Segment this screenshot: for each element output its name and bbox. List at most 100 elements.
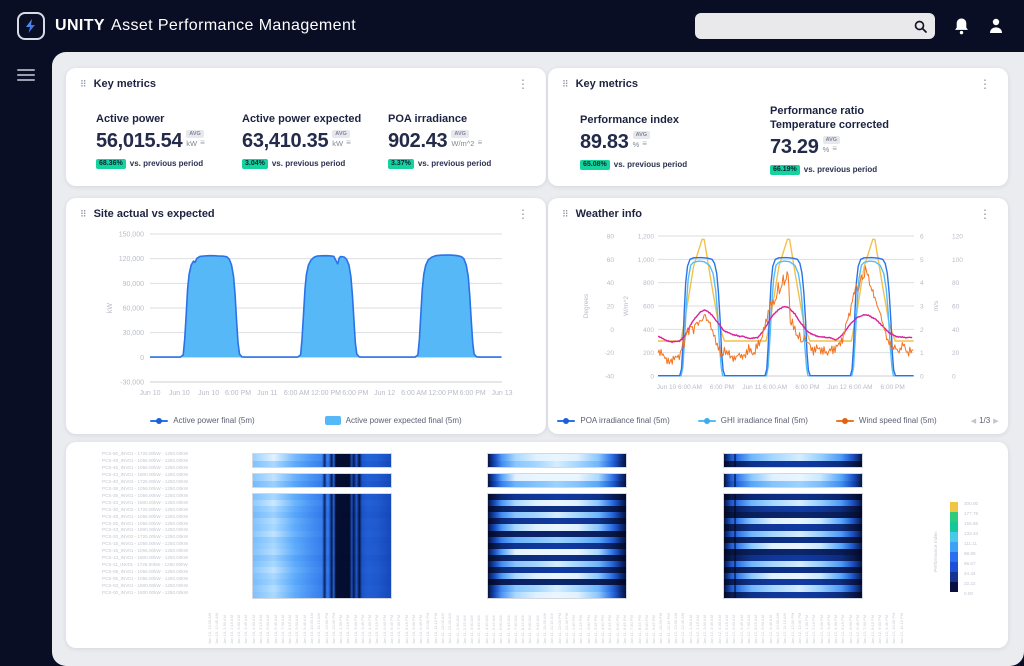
metric-unit: %	[632, 139, 640, 149]
heatmap-x-tick-label: Jun 11, 5:15 PM	[607, 615, 613, 644]
pager-next-icon[interactable]: ▶	[993, 417, 998, 425]
agg-badge: AVG	[822, 135, 841, 144]
heatmap-row-label: PCS-38_INV01 - 1056.00kW - 1250.00kW	[102, 485, 189, 491]
line-dot-swatch-icon	[150, 417, 169, 425]
kebab-menu-icon[interactable]: ⋮	[514, 207, 532, 221]
heatmap-group	[252, 473, 392, 488]
drag-handle-icon[interactable]: ⠿	[80, 79, 87, 89]
x-tick-label: 6:00 PM	[881, 384, 905, 391]
colorbar-segment	[950, 522, 958, 532]
heatmap-block-2[interactable]	[487, 453, 627, 604]
y-axis-label: kW	[107, 303, 114, 314]
heatmap-x-tick-label: Jun 11, 12:45 PM	[563, 612, 569, 644]
heatmap-x-tick-label: Jun 10, 11:15 PM	[432, 612, 438, 644]
colorbar-segment	[950, 512, 958, 522]
heatmap-row-label: PCS-45_INV01 - 1056.00kW - 1250.00kW	[102, 464, 189, 470]
legend-item-active-power[interactable]: Active power final (5m)	[150, 416, 255, 425]
heatmap-x-tick-label: Jun 12, 12:45 PM	[796, 612, 802, 644]
metric-menu-icon[interactable]: ≡	[346, 139, 351, 147]
heatmap-x-axis-labels: Jun 10, 12:00 AM Jun 10, 12:45 AM Jun 10, …	[207, 602, 907, 644]
kebab-menu-icon[interactable]: ⋮	[514, 77, 532, 91]
delta-badge: 3.04%	[242, 158, 268, 169]
heatmap-block-3[interactable]	[723, 453, 863, 604]
heatmap-row-label: PCS-11_INV01 - 1725.00kW - 1250.00kW	[102, 562, 188, 568]
pager-prev-icon[interactable]: ◀	[971, 417, 976, 425]
x-tick-label: 6:00 PM	[460, 390, 486, 397]
app-title-rest: Asset Performance Management	[111, 17, 357, 34]
y-tick-label: 40	[952, 327, 960, 334]
kebab-menu-icon[interactable]: ⋮	[976, 77, 994, 91]
y-tick-label: 100	[952, 257, 963, 264]
kebab-menu-icon[interactable]: ⋮	[976, 207, 994, 221]
drag-handle-icon[interactable]: ⠿	[80, 209, 87, 219]
heatmap-row	[253, 591, 391, 598]
hamburger-menu-icon[interactable]	[17, 66, 35, 84]
heatmap-block-1[interactable]	[252, 453, 392, 604]
heatmap-x-tick-label: Jun 12, 7:30 PM	[862, 614, 868, 644]
y-tick-label: 2	[920, 327, 924, 334]
metric-label: Active power expected	[242, 113, 362, 125]
heatmap-row-label: PCS-28_INV01 - 1056.00kW - 1250.00kW	[102, 513, 189, 519]
weather-chart: -40-20020406080Degrees02004006008001,000…	[583, 234, 963, 392]
legend-item-poa-irradiance[interactable]: POA irradiance final (5m)	[557, 416, 670, 425]
heatmap-row-label: PCS-48_INV01 - 1056.00kW - 1250.00kW	[102, 457, 189, 463]
heatmap-x-tick-label: Jun 12, 6:45 AM	[738, 615, 744, 644]
heatmap-x-tick-label: Jun 10, 7:30 AM	[279, 615, 285, 644]
heatmap-group	[723, 473, 863, 488]
drag-handle-icon[interactable]: ⠿	[562, 209, 569, 219]
legend-item-ghi-irradiance[interactable]: GHI irradiance final (5m)	[697, 416, 808, 425]
heatmap-x-tick-label: Jun 12, 9:00 AM	[760, 615, 766, 644]
heatmap-row-label: PCS-00_INV01 - 1800.00kW - 1250.00kW	[102, 590, 189, 596]
app-header: UNITY Asset Performance Management	[0, 0, 1024, 52]
y-tick-label: 60,000	[123, 306, 145, 313]
y-tick-label: 20	[952, 350, 960, 357]
search-icon[interactable]	[914, 20, 927, 33]
y-tick-label: 1,200	[638, 234, 655, 241]
metric-menu-icon[interactable]: ≡	[832, 145, 837, 153]
card-title: Site actual vs expected	[93, 208, 215, 220]
delta-badge: 68.36%	[96, 158, 126, 169]
metric-menu-icon[interactable]: ≡	[477, 139, 482, 147]
heatmap-x-tick-label: Jun 10, 2:15 PM	[345, 614, 351, 644]
app-logo[interactable]	[17, 12, 45, 40]
bell-icon[interactable]	[953, 17, 970, 35]
line-dot-swatch-icon	[557, 417, 576, 425]
heatmap-row-label: PCS-43_INV01 - 1800.00kW - 1250.00kW	[102, 471, 189, 477]
drag-handle-icon[interactable]: ⠿	[562, 79, 569, 89]
y-tick-label: 1,000	[638, 257, 655, 264]
heatmap-x-tick-label: Jun 12, 5:15 PM	[840, 614, 846, 644]
metric-menu-icon[interactable]: ≡	[642, 140, 647, 148]
line-dot-swatch-icon	[697, 417, 716, 425]
user-icon[interactable]	[988, 17, 1004, 35]
colorbar-segment	[950, 582, 958, 592]
heatmap-x-tick-label: Jun 12, 12:45 AM	[680, 612, 686, 644]
line-dot-swatch-icon	[835, 417, 854, 425]
search-input[interactable]	[695, 20, 914, 32]
heatmap-x-tick-label: Jun 12, 4:30 AM	[716, 615, 722, 644]
x-tick-label: Jun 10 6:00 AM	[657, 384, 702, 391]
heatmap-group	[723, 453, 863, 468]
y-tick-label: 80	[607, 234, 615, 241]
x-tick-label: Jun 12	[374, 390, 395, 397]
heatmap-x-tick-label: Jun 11, 6:00 PM	[614, 615, 620, 644]
x-tick-label: 6:00 PM	[342, 390, 368, 397]
delta-note: vs. previous period	[613, 160, 688, 170]
heatmap-group	[723, 493, 863, 599]
x-tick-label: 12:00 PM	[311, 390, 341, 397]
metric-label: Active power	[96, 113, 165, 125]
legend-item-wind-speed[interactable]: Wind speed final (5m)	[835, 416, 937, 425]
inverter-performance-heatmap-card: PCS-50_INV01 - 1725.00kW - 1250.00kW PCS-…	[66, 442, 1008, 648]
y-tick-label: 600	[643, 304, 654, 311]
heatmap-row	[488, 460, 626, 467]
metric-value: 902.43	[388, 129, 448, 152]
heatmap-row-label: PCS-30_INV02 - 1725.00kW - 1250.00kW	[102, 506, 189, 512]
heatmap-x-tick-label: Jun 12, 6:00 AM	[731, 615, 737, 644]
heatmap-row-label: PCS-13_INV01 - 1800.00kW - 1250.00kW	[102, 555, 189, 561]
metric-value: 56,015.54	[96, 129, 183, 152]
heatmap-x-tick-label: Jun 12, 12:00 PM	[789, 612, 795, 644]
metric-menu-icon[interactable]: ≡	[200, 139, 205, 147]
heatmap-colorbar-label: Performance Index	[934, 531, 939, 573]
delta-note: vs. previous period	[271, 159, 346, 169]
y-tick-label: 90,000	[123, 281, 145, 288]
legend-item-active-power-expected[interactable]: Active power expected final (5m)	[324, 416, 462, 425]
